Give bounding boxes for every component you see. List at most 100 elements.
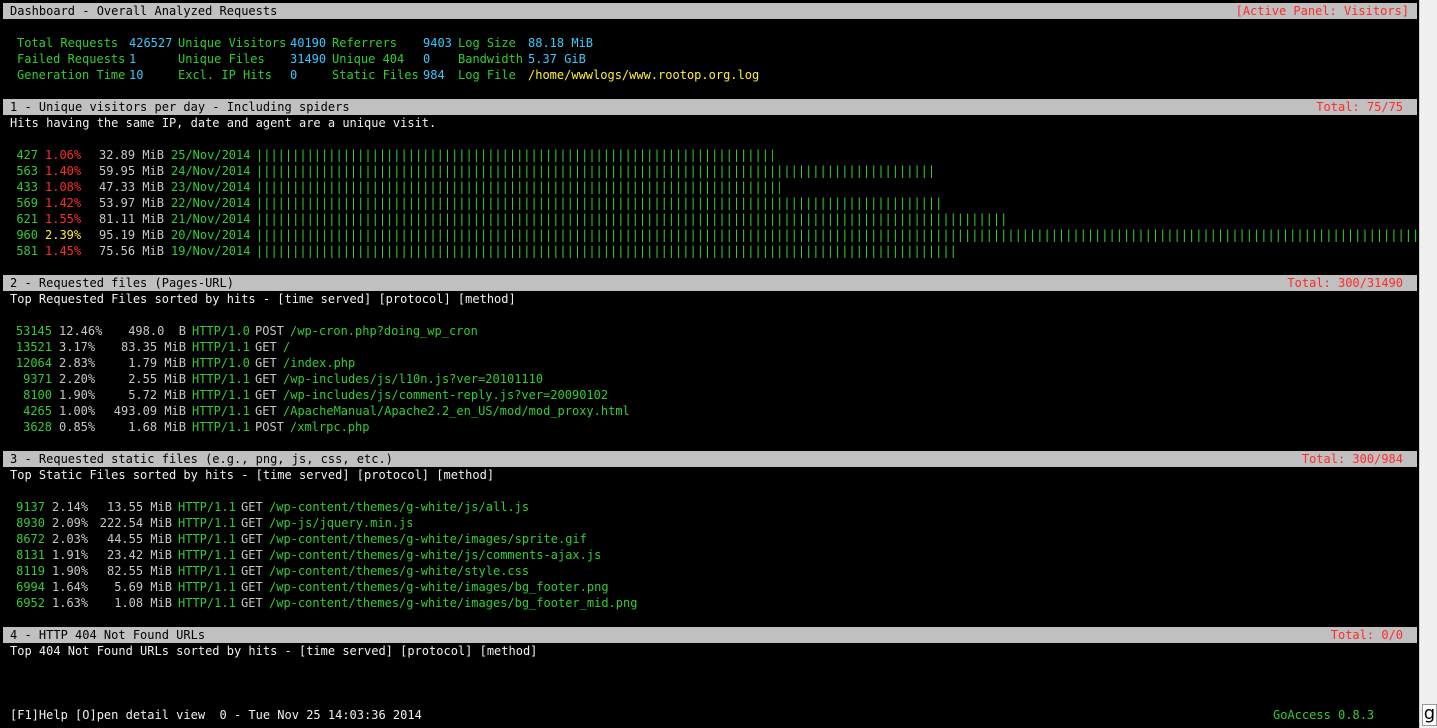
visitor-row[interactable]: 563 1.40% 59.95 MiB 24/Nov/2014 ||||||||||||… <box>0 163 1419 179</box>
panel-requests-header[interactable]: 2 - Requested files (Pages-URL) Total: 3… <box>3 275 1417 291</box>
panel-visitors-total: Total: 75/75 <box>1316 100 1403 114</box>
static-row[interactable]: 8119 1.90% 82.55 MiB HTTP/1.1 GET/wp-content… <box>0 563 1419 579</box>
request-row[interactable]: 53145 12.46% 498.0 B HTTP/1.0 POST/wp-cron.p… <box>0 323 1419 339</box>
visitor-row[interactable]: 427 1.06% 32.89 MiB 25/Nov/2014 ||||||||||||… <box>0 147 1419 163</box>
static-row[interactable]: 8672 2.03% 44.55 MiB HTTP/1.1 GET/wp-content… <box>0 531 1419 547</box>
request-row[interactable]: 13521 3.17% 83.35 MiB HTTP/1.1 GET / <box>0 339 1419 355</box>
visitor-bar: ||||||||||||||||||||||||||||||||||||||||… <box>256 148 773 162</box>
window-scrollbar[interactable]: g <box>1419 0 1437 728</box>
static-protocol: HTTP/1.1 <box>178 500 236 514</box>
static-protocol: HTTP/1.1 <box>178 580 236 594</box>
visitor-row[interactable]: 621 1.55% 81.11 MiB 21/Nov/2014 ||||||||||||… <box>0 211 1419 227</box>
log-file-value: /home/wwwlogs/www.rootop.org.log <box>528 68 760 82</box>
dashboard-header: Dashboard - Overall Analyzed Requests [A… <box>3 3 1417 19</box>
visitor-row[interactable]: 581 1.45% 75.56 MiB 19/Nov/2014 ||||||||||||… <box>0 243 1419 259</box>
visitor-bar: ||||||||||||||||||||||||||||||||||||||||… <box>256 164 936 178</box>
request-bandwidth: 1.79 MiB <box>128 356 186 370</box>
unique-visitors-value: 40190 <box>290 36 327 50</box>
visitor-row[interactable]: 433 1.08% 47.33 MiB 23/Nov/2014 ||||||||||||… <box>0 179 1419 195</box>
static-bandwidth: 23.42 MiB <box>106 548 172 562</box>
request-row[interactable]: 3628 0.85% 1.68 MiB HTTP/1.1 POST/xmlrpc.php <box>0 419 1419 435</box>
request-url: /ApacheManual/Apache2.2_en_US/mod/mod_pr… <box>283 404 630 418</box>
visitor-row[interactable]: 960 2.39% 95.19 MiB 20/Nov/2014 ||||||||||||… <box>0 227 1419 243</box>
request-row[interactable]: 4265 1.00% 493.09 MiB HTTP/1.1 GET/ApacheMan… <box>0 403 1419 419</box>
generation-time-label: Generation Time <box>17 68 126 82</box>
referrers-value: 9403 <box>423 36 452 50</box>
static-bandwidth: 1.08 MiB <box>114 596 172 610</box>
static-method: GET <box>241 532 263 546</box>
bandwidth-label: Bandwidth <box>458 52 524 66</box>
visitor-bar: ||||||||||||||||||||||||||||||||||||||||… <box>256 212 1007 226</box>
request-method: POST <box>255 420 284 434</box>
static-url: /wp-content/themes/g-white/images/bg_foo… <box>269 580 609 594</box>
panel-visitors-title: 1 - Unique visitors per day - Including … <box>10 100 350 114</box>
static-files-label: Static Files <box>332 68 419 82</box>
static-row[interactable]: 8131 1.91% 23.42 MiB HTTP/1.1 GET/wp-content… <box>0 547 1419 563</box>
request-url: /index.php <box>283 356 356 370</box>
static-url: /wp-content/themes/g-white/images/sprite… <box>269 532 587 546</box>
panel-static-title: 3 - Requested static files (e.g., png, j… <box>10 452 393 466</box>
visitor-bandwidth: 81.11 MiB <box>98 212 164 226</box>
static-url: /wp-js/jquery.min.js <box>269 516 414 530</box>
request-protocol: HTTP/1.1 <box>192 372 250 386</box>
static-method: GET <box>241 580 263 594</box>
request-method: GET <box>255 356 277 370</box>
terminal-window: Dashboard - Overall Analyzed Requests [A… <box>0 0 1419 728</box>
request-url: /wp-cron.php?doing_wp_cron <box>290 324 478 338</box>
visitor-date: 20/Nov/2014 <box>171 228 251 242</box>
panel-visitors-header[interactable]: 1 - Unique visitors per day - Including … <box>3 99 1417 115</box>
static-method: GET <box>241 564 263 578</box>
active-panel-indicator: [Active Panel: Visitors] <box>1235 4 1409 18</box>
dashboard-title: Dashboard - Overall Analyzed Requests <box>10 4 278 18</box>
static-row[interactable]: 8930 2.09% 222.54 MiB HTTP/1.1 GET/wp-js/jqu… <box>0 515 1419 531</box>
request-protocol: HTTP/1.0 <box>192 324 250 338</box>
log-file-label: Log File <box>458 68 516 82</box>
panel-notfound-header[interactable]: 4 - HTTP 404 Not Found URLs Total: 0/0 <box>3 627 1417 643</box>
request-row[interactable]: 9371 2.20% 2.55 MiB HTTP/1.1 GET/wp-includes… <box>0 371 1419 387</box>
panel-requests-title: 2 - Requested files (Pages-URL) <box>10 276 234 290</box>
visitor-date: 19/Nov/2014 <box>171 244 251 258</box>
static-url: /wp-content/themes/g-white/js/all.js <box>269 500 530 514</box>
visitor-bandwidth: 95.19 MiB <box>98 228 164 242</box>
static-row[interactable]: 6952 1.63% 1.08 MiB HTTP/1.1 GET/wp-content/… <box>0 595 1419 611</box>
request-row[interactable]: 8100 1.90% 5.72 MiB HTTP/1.1 GET/wp-includes… <box>0 387 1419 403</box>
total-requests-label: Total Requests <box>17 36 119 50</box>
visitor-date: 24/Nov/2014 <box>171 164 251 178</box>
scrollbar-thumb[interactable]: g <box>1422 704 1437 726</box>
request-protocol: HTTP/1.1 <box>192 420 250 434</box>
visitor-bar: ||||||||||||||||||||||||||||||||||||||||… <box>256 228 1417 242</box>
static-row[interactable]: 6994 1.64% 5.69 MiB HTTP/1.1 GET/wp-content/… <box>0 579 1419 595</box>
visitor-row[interactable]: 569 1.42% 53.97 MiB 22/Nov/2014 ||||||||||||… <box>0 195 1419 211</box>
request-bandwidth: 83.35 MiB <box>120 340 186 354</box>
request-url: /wp-includes/js/comment-reply.js?ver=200… <box>283 388 609 402</box>
excl-ip-hits-value: 0 <box>290 68 298 82</box>
visitor-bandwidth: 47.33 MiB <box>98 180 164 194</box>
visitor-date: 25/Nov/2014 <box>171 148 251 162</box>
static-url: /wp-content/themes/g-white/style.css <box>269 564 530 578</box>
request-protocol: HTTP/1.1 <box>192 404 250 418</box>
request-url: /xmlrpc.php <box>290 420 370 434</box>
request-method: POST <box>255 324 284 338</box>
panel-static-header[interactable]: 3 - Requested static files (e.g., png, j… <box>3 451 1417 467</box>
excl-ip-hits-label: Excl. IP Hits <box>178 68 272 82</box>
panel-requests-description: Top Requested Files sorted by hits - [ti… <box>10 292 516 306</box>
unique-files-value: 31490 <box>290 52 327 66</box>
unique-visitors-label: Unique Visitors <box>178 36 287 50</box>
panel-requests-total: Total: 300/31490 <box>1287 276 1403 290</box>
visitor-bandwidth: 32.89 MiB <box>98 148 164 162</box>
request-protocol: HTTP/1.1 <box>192 340 250 354</box>
static-protocol: HTTP/1.1 <box>178 516 236 530</box>
visitor-bandwidth: 75.56 MiB <box>98 244 164 258</box>
static-row[interactable]: 9137 2.14% 13.55 MiB HTTP/1.1 GET/wp-content… <box>0 499 1419 515</box>
request-row[interactable]: 12064 2.83% 1.79 MiB HTTP/1.0 GET/index.php <box>0 355 1419 371</box>
request-bandwidth: 498.0 B <box>128 324 186 338</box>
static-protocol: HTTP/1.1 <box>178 564 236 578</box>
static-method: GET <box>241 516 263 530</box>
panel-notfound-description: Top 404 Not Found URLs sorted by hits - … <box>10 644 538 658</box>
static-files-value: 984 <box>423 68 445 82</box>
request-method: GET <box>255 388 277 402</box>
visitor-bar: ||||||||||||||||||||||||||||||||||||||||… <box>256 244 958 258</box>
request-bandwidth: 493.09 MiB <box>113 404 186 418</box>
panel-static-total: Total: 300/984 <box>1301 452 1403 466</box>
static-bandwidth: 13.55 MiB <box>106 500 172 514</box>
